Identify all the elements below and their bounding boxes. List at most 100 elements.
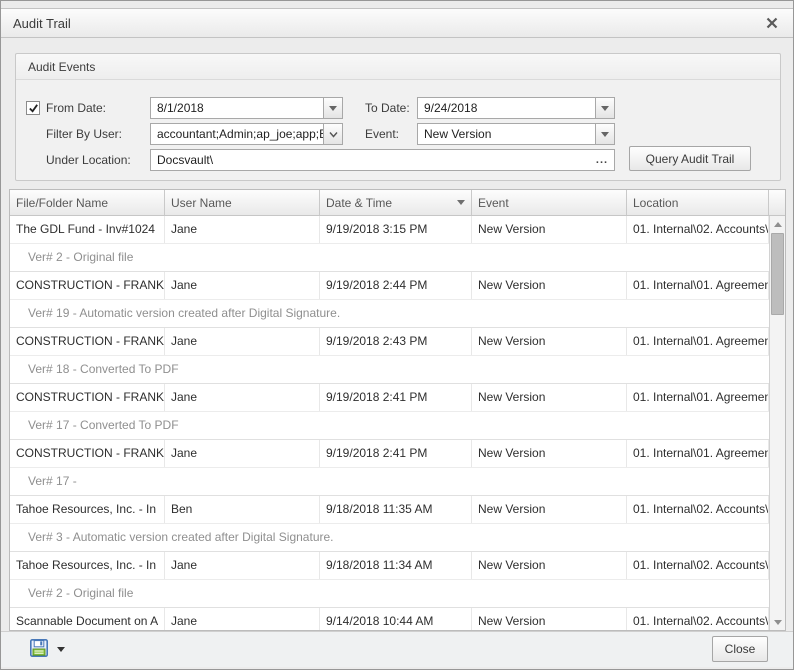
from-date-checkbox[interactable] [26, 101, 40, 115]
cell-datetime: 9/19/2018 2:41 PM [320, 384, 472, 411]
title-bar: Audit Trail [1, 8, 793, 38]
under-location-label: Under Location: [46, 149, 131, 171]
table-row[interactable]: Tahoe Resources, Inc. - InBen9/18/2018 1… [10, 496, 769, 524]
table-row[interactable]: CONSTRUCTION - FRANKEJane9/19/2018 2:44 … [10, 272, 769, 300]
cell-file-name: Tahoe Resources, Inc. - In [10, 496, 165, 523]
table-row[interactable]: Scannable Document on AJane9/14/2018 10:… [10, 608, 769, 630]
cell-location: 01. Internal\02. Accounts\ [627, 608, 769, 630]
scrollbar-thumb[interactable] [771, 233, 784, 315]
cell-file-name: Tahoe Resources, Inc. - In [10, 552, 165, 579]
save-export-button[interactable] [29, 638, 65, 661]
grid-rows: The GDL Fund - Inv#1024Jane9/19/2018 3:1… [10, 216, 769, 630]
from-date-combo[interactable]: 8/1/2018 [150, 97, 343, 119]
under-location-field[interactable]: Docsvault\ ... [150, 149, 615, 171]
cell-location: 01. Internal\01. Agreemen [627, 272, 769, 299]
query-audit-trail-button[interactable]: Query Audit Trail [629, 146, 751, 171]
cell-file-name: CONSTRUCTION - FRANKE [10, 440, 165, 467]
column-header-file-folder-name[interactable]: File/Folder Name [10, 190, 165, 215]
cell-user-name: Jane [165, 552, 320, 579]
cell-file-name: Scannable Document on A [10, 608, 165, 630]
cell-datetime: 9/19/2018 2:43 PM [320, 328, 472, 355]
cell-file-name: CONSTRUCTION - FRANKE [10, 272, 165, 299]
from-date-label: From Date: [46, 97, 106, 119]
cell-datetime: 9/18/2018 11:34 AM [320, 552, 472, 579]
cell-event: New Version [472, 328, 627, 355]
row-version-detail: Ver# 17 - Converted To PDF [10, 412, 769, 440]
close-button[interactable]: Close [712, 636, 768, 662]
cell-user-name: Jane [165, 216, 320, 243]
cell-event: New Version [472, 440, 627, 467]
cell-datetime: 9/19/2018 3:15 PM [320, 216, 472, 243]
dialog-title: Audit Trail [13, 16, 71, 31]
scroll-up-icon[interactable] [770, 216, 785, 232]
to-date-label: To Date: [365, 97, 410, 119]
filter-by-user-chevron-icon[interactable] [323, 124, 342, 144]
column-header-date-time[interactable]: Date & Time [320, 190, 472, 215]
vertical-scrollbar[interactable] [769, 216, 785, 630]
from-date-dropdown-icon[interactable] [323, 98, 342, 118]
cell-location: 01. Internal\02. Accounts\ [627, 216, 769, 243]
cell-file-name: CONSTRUCTION - FRANKE [10, 384, 165, 411]
cell-datetime: 9/19/2018 2:41 PM [320, 440, 472, 467]
table-row[interactable]: CONSTRUCTION - FRANKEJane9/19/2018 2:43 … [10, 328, 769, 356]
cell-user-name: Ben [165, 496, 320, 523]
cell-user-name: Jane [165, 272, 320, 299]
event-label: Event: [365, 123, 399, 145]
table-row[interactable]: The GDL Fund - Inv#1024Jane9/19/2018 3:1… [10, 216, 769, 244]
cell-file-name: The GDL Fund - Inv#1024 [10, 216, 165, 243]
audit-grid: File/Folder Name User Name Date & Time E… [9, 189, 786, 631]
cell-user-name: Jane [165, 328, 320, 355]
cell-user-name: Jane [165, 384, 320, 411]
from-date-value: 8/1/2018 [151, 101, 323, 115]
cell-event: New Version [472, 272, 627, 299]
cell-event: New Version [472, 496, 627, 523]
cell-event: New Version [472, 216, 627, 243]
cell-datetime: 9/18/2018 11:35 AM [320, 496, 472, 523]
column-header-location[interactable]: Location [627, 190, 769, 215]
cell-location: 01. Internal\01. Agreemen [627, 384, 769, 411]
grid-body: The GDL Fund - Inv#1024Jane9/19/2018 3:1… [10, 216, 785, 630]
table-row[interactable]: Tahoe Resources, Inc. - InJane9/18/2018 … [10, 552, 769, 580]
cell-location: 01. Internal\01. Agreemen [627, 328, 769, 355]
row-version-detail: Ver# 19 - Automatic version created afte… [10, 300, 769, 328]
sort-descending-icon [457, 200, 465, 205]
row-version-detail: Ver# 3 - Automatic version created after… [10, 524, 769, 552]
audit-trail-dialog: Audit Trail Audit Events From Date: 8/1/… [0, 0, 794, 670]
table-row[interactable]: CONSTRUCTION - FRANKEJane9/19/2018 2:41 … [10, 440, 769, 468]
cell-user-name: Jane [165, 608, 320, 630]
to-date-combo[interactable]: 9/24/2018 [417, 97, 615, 119]
scroll-down-icon[interactable] [770, 614, 785, 630]
save-dropdown-caret-icon[interactable] [57, 647, 65, 652]
browse-location-button[interactable]: ... [590, 150, 614, 170]
column-header-spacer [769, 190, 785, 215]
group-title: Audit Events [16, 54, 780, 80]
cell-user-name: Jane [165, 440, 320, 467]
filter-by-user-label: Filter By User: [46, 123, 122, 145]
cell-datetime: 9/14/2018 10:44 AM [320, 608, 472, 630]
row-version-detail: Ver# 17 - [10, 468, 769, 496]
to-date-dropdown-icon[interactable] [595, 98, 614, 118]
to-date-value: 9/24/2018 [418, 101, 595, 115]
under-location-value: Docsvault\ [151, 153, 590, 167]
cell-file-name: CONSTRUCTION - FRANKE [10, 328, 165, 355]
filter-by-user-combo[interactable]: accountant;Admin;ap_joe;app;B [150, 123, 343, 145]
audit-events-group: Audit Events From Date: 8/1/2018 To Date… [15, 53, 781, 181]
cell-datetime: 9/19/2018 2:44 PM [320, 272, 472, 299]
event-combo[interactable]: New Version [417, 123, 615, 145]
column-header-date-time-label: Date & Time [326, 196, 392, 210]
row-version-detail: Ver# 18 - Converted To PDF [10, 356, 769, 384]
column-header-user-name[interactable]: User Name [165, 190, 320, 215]
cell-event: New Version [472, 552, 627, 579]
row-version-detail: Ver# 2 - Original file [10, 244, 769, 272]
close-icon[interactable] [763, 14, 781, 32]
cell-location: 01. Internal\02. Accounts\ [627, 552, 769, 579]
cell-event: New Version [472, 384, 627, 411]
event-dropdown-icon[interactable] [595, 124, 614, 144]
table-row[interactable]: CONSTRUCTION - FRANKEJane9/19/2018 2:41 … [10, 384, 769, 412]
cell-event: New Version [472, 608, 627, 630]
row-version-detail: Ver# 2 - Original file [10, 580, 769, 608]
save-export-icon [29, 638, 49, 661]
column-header-event[interactable]: Event [472, 190, 627, 215]
cell-location: 01. Internal\02. Accounts\ [627, 496, 769, 523]
event-value: New Version [418, 127, 595, 141]
